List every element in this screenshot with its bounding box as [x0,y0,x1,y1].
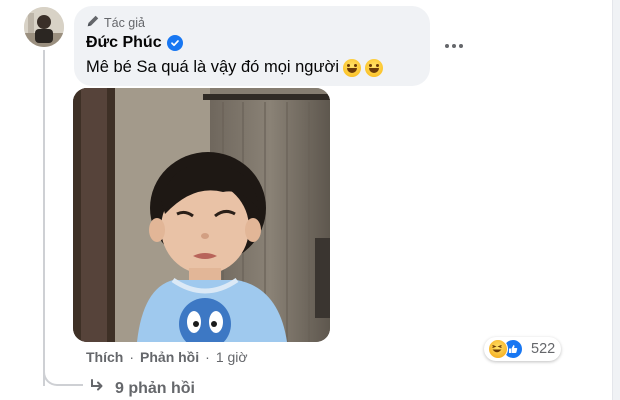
reply-arrow-icon [89,379,105,398]
pen-icon [86,14,100,31]
like-link[interactable]: Thích [86,349,123,365]
author-name[interactable]: Đức Phúc [86,34,162,52]
grinning-tears-emoji-icon [343,58,362,77]
comment-photo[interactable] [73,88,330,342]
view-replies-button[interactable]: 9 phản hồi [89,379,195,398]
author-badge-label: Tác giả [104,15,145,30]
action-separator: · [205,349,210,365]
dot-icon [459,44,463,48]
thread-line [43,50,45,386]
action-separator: · [129,349,135,365]
author-badge: Tác giả [86,14,145,31]
reaction-summary[interactable]: 522 [484,337,562,361]
more-options-button[interactable] [440,36,468,56]
thread-connector [43,360,83,386]
comment-time[interactable]: 1 giờ [216,349,248,365]
reaction-count: 522 [531,341,556,357]
grinning-tears-emoji-icon [365,58,384,77]
panel-edge [613,0,620,400]
dot-icon [445,44,449,48]
replies-label: 9 phản hồi [115,379,195,397]
dot-icon [452,44,456,48]
author-name-row: Đức Phúc [86,34,183,52]
comment-bubble: Tác giả Đức Phúc Mê bé Sa quá là vậy đó … [74,6,430,86]
verified-badge-icon [166,35,183,51]
comment-text-row: Mê bé Sa quá là vậy đó mọi người [86,58,384,77]
reply-link[interactable]: Phản hồi [140,349,199,365]
haha-reaction-icon [488,339,508,359]
comment-text: Mê bé Sa quá là vậy đó mọi người [86,58,340,76]
avatar[interactable] [24,7,64,47]
comment-actions: Thích · Phản hồi · 1 giờ [86,349,248,365]
